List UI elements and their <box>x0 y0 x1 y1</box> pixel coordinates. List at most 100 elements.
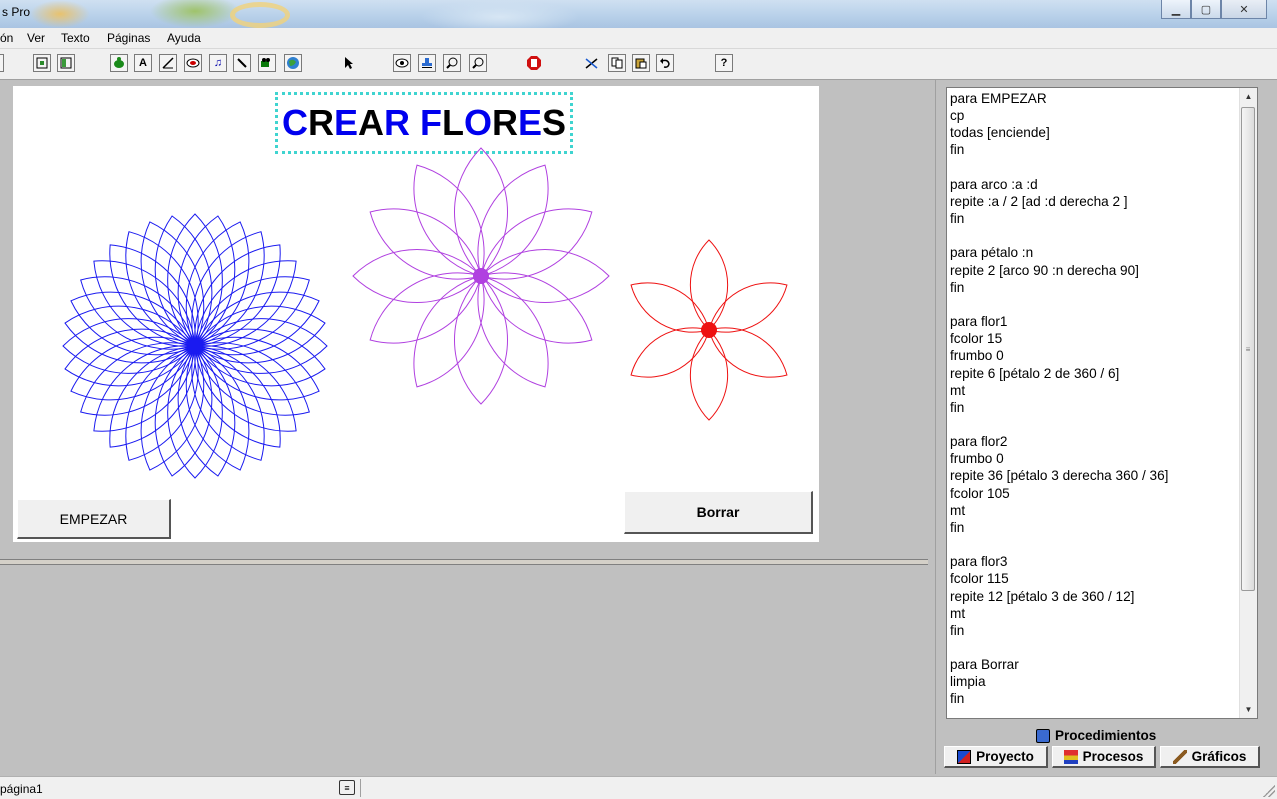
petal <box>630 282 710 333</box>
petal <box>480 272 593 344</box>
petal <box>177 215 236 347</box>
petal <box>154 215 213 347</box>
procedures-label: Procedimientos <box>1036 728 1156 743</box>
petal <box>689 239 729 331</box>
tab-procesos-label: Procesos <box>1082 749 1144 764</box>
editor-scrollbar[interactable]: ▲ ≡ ▼ <box>1239 88 1257 718</box>
petal <box>689 329 729 421</box>
minimize-icon: ▁ <box>1171 3 1181 16</box>
procedures-icon <box>1036 728 1050 743</box>
scissors-icon[interactable] <box>583 54 601 72</box>
title-bar-decoration <box>150 0 240 28</box>
stamp-icon[interactable] <box>418 54 436 72</box>
petal <box>352 248 482 304</box>
procedures-label-text: Procedimientos <box>1055 728 1157 743</box>
page-canvas: CREAR FLORES EMPEZAR Borrar <box>13 86 819 542</box>
menu-pages[interactable]: Páginas <box>107 31 150 45</box>
procedures-code[interactable]: para EMPEZAR cp todas [enciende] fin par… <box>950 90 1238 708</box>
toolbar-edge <box>0 54 4 72</box>
petal <box>177 345 236 477</box>
window-controls: ▁ ▢ ✕ <box>1161 0 1267 20</box>
help-icon[interactable]: ? <box>715 54 733 72</box>
turtle-icon[interactable] <box>701 322 717 338</box>
petal <box>369 208 482 280</box>
menu-bar: ón Ver Texto Páginas Ayuda <box>0 28 1277 49</box>
petal <box>630 327 710 378</box>
toolbar: A ♫ ? <box>0 49 1277 80</box>
scrollbar-thumb[interactable]: ≡ <box>1241 107 1255 591</box>
resize-grip-icon[interactable] <box>1263 785 1275 797</box>
minimize-button[interactable]: ▁ <box>1161 0 1191 19</box>
title-bar-decoration <box>230 2 290 28</box>
petal <box>477 164 549 277</box>
pointer-icon[interactable] <box>340 54 358 72</box>
pane-divider[interactable] <box>0 559 928 565</box>
close-button[interactable]: ✕ <box>1221 0 1267 19</box>
procedures-editor[interactable]: para EMPEZAR cp todas [enciende] fin par… <box>946 87 1258 719</box>
zoom-in-icon[interactable] <box>443 54 461 72</box>
petal <box>453 275 509 405</box>
title-bar: s Pro ▁ ▢ ✕ <box>0 0 1277 28</box>
tab-proyecto-label: Proyecto <box>976 749 1034 764</box>
status-page-name: página1 <box>0 782 43 796</box>
pane-tabs: Proyecto Procesos Gráficos <box>944 746 1260 770</box>
turtle-icon[interactable] <box>110 54 128 72</box>
copy-icon[interactable] <box>608 54 626 72</box>
petal <box>413 164 485 277</box>
page-icon: ≡ <box>339 780 355 795</box>
scroll-up-arrow-icon[interactable]: ▲ <box>1240 88 1257 105</box>
maximize-button[interactable]: ▢ <box>1191 0 1221 19</box>
turtle-icon[interactable] <box>187 338 203 354</box>
empezar-button-label: EMPEZAR <box>59 510 128 527</box>
petal <box>64 328 196 387</box>
tab-proyecto[interactable]: Proyecto <box>944 746 1048 768</box>
title-bar-decoration <box>420 0 580 28</box>
graphics-icon <box>1172 749 1187 764</box>
book-icon[interactable] <box>57 54 75 72</box>
title-bar-decoration <box>30 0 90 28</box>
tab-graficos-label: Gráficos <box>1191 749 1247 764</box>
petal <box>477 275 549 388</box>
flower-flor3 <box>352 147 610 405</box>
paste-icon[interactable] <box>632 54 650 72</box>
petal <box>369 272 482 344</box>
scroll-down-arrow-icon[interactable]: ▼ <box>1240 701 1257 718</box>
flower-flor2 <box>62 213 328 479</box>
close-icon: ✕ <box>1239 3 1249 16</box>
status-separator <box>360 779 361 797</box>
tab-graficos[interactable]: Gráficos <box>1160 746 1260 768</box>
flower-drawings <box>62 147 788 479</box>
stop-icon[interactable] <box>525 54 543 72</box>
petal <box>194 328 326 387</box>
menu-help[interactable]: Ayuda <box>167 31 201 45</box>
flower-flor1 <box>630 239 788 421</box>
maximize-icon: ▢ <box>1200 3 1212 16</box>
petal <box>64 305 196 364</box>
petal <box>708 282 788 333</box>
petal <box>480 248 610 304</box>
eye-icon[interactable] <box>393 54 411 72</box>
menu-edit[interactable]: ón <box>0 31 13 45</box>
page-view-icon[interactable] <box>33 54 51 72</box>
processes-icon <box>1063 749 1078 764</box>
petal <box>413 275 485 388</box>
slider-icon[interactable] <box>159 54 177 72</box>
globe-icon[interactable] <box>284 54 302 72</box>
borrar-button-label: Borrar <box>696 504 740 520</box>
zoom-out-icon[interactable] <box>469 54 487 72</box>
undo-icon[interactable] <box>656 54 674 72</box>
turtle-icon[interactable] <box>473 268 489 284</box>
tab-procesos[interactable]: Procesos <box>1052 746 1156 768</box>
menu-view[interactable]: Ver <box>27 31 45 45</box>
music-icon[interactable]: ♫ <box>209 54 227 72</box>
text-box-icon[interactable]: A <box>134 54 152 72</box>
petal <box>480 208 593 280</box>
borrar-button[interactable]: Borrar <box>624 491 813 534</box>
menu-text[interactable]: Texto <box>61 31 90 45</box>
petal <box>708 327 788 378</box>
pencil-icon[interactable] <box>233 54 251 72</box>
status-bar: página1 ≡ <box>0 776 1277 799</box>
button-icon[interactable] <box>184 54 202 72</box>
empezar-button[interactable]: EMPEZAR <box>17 499 171 539</box>
video-icon[interactable] <box>258 54 276 72</box>
